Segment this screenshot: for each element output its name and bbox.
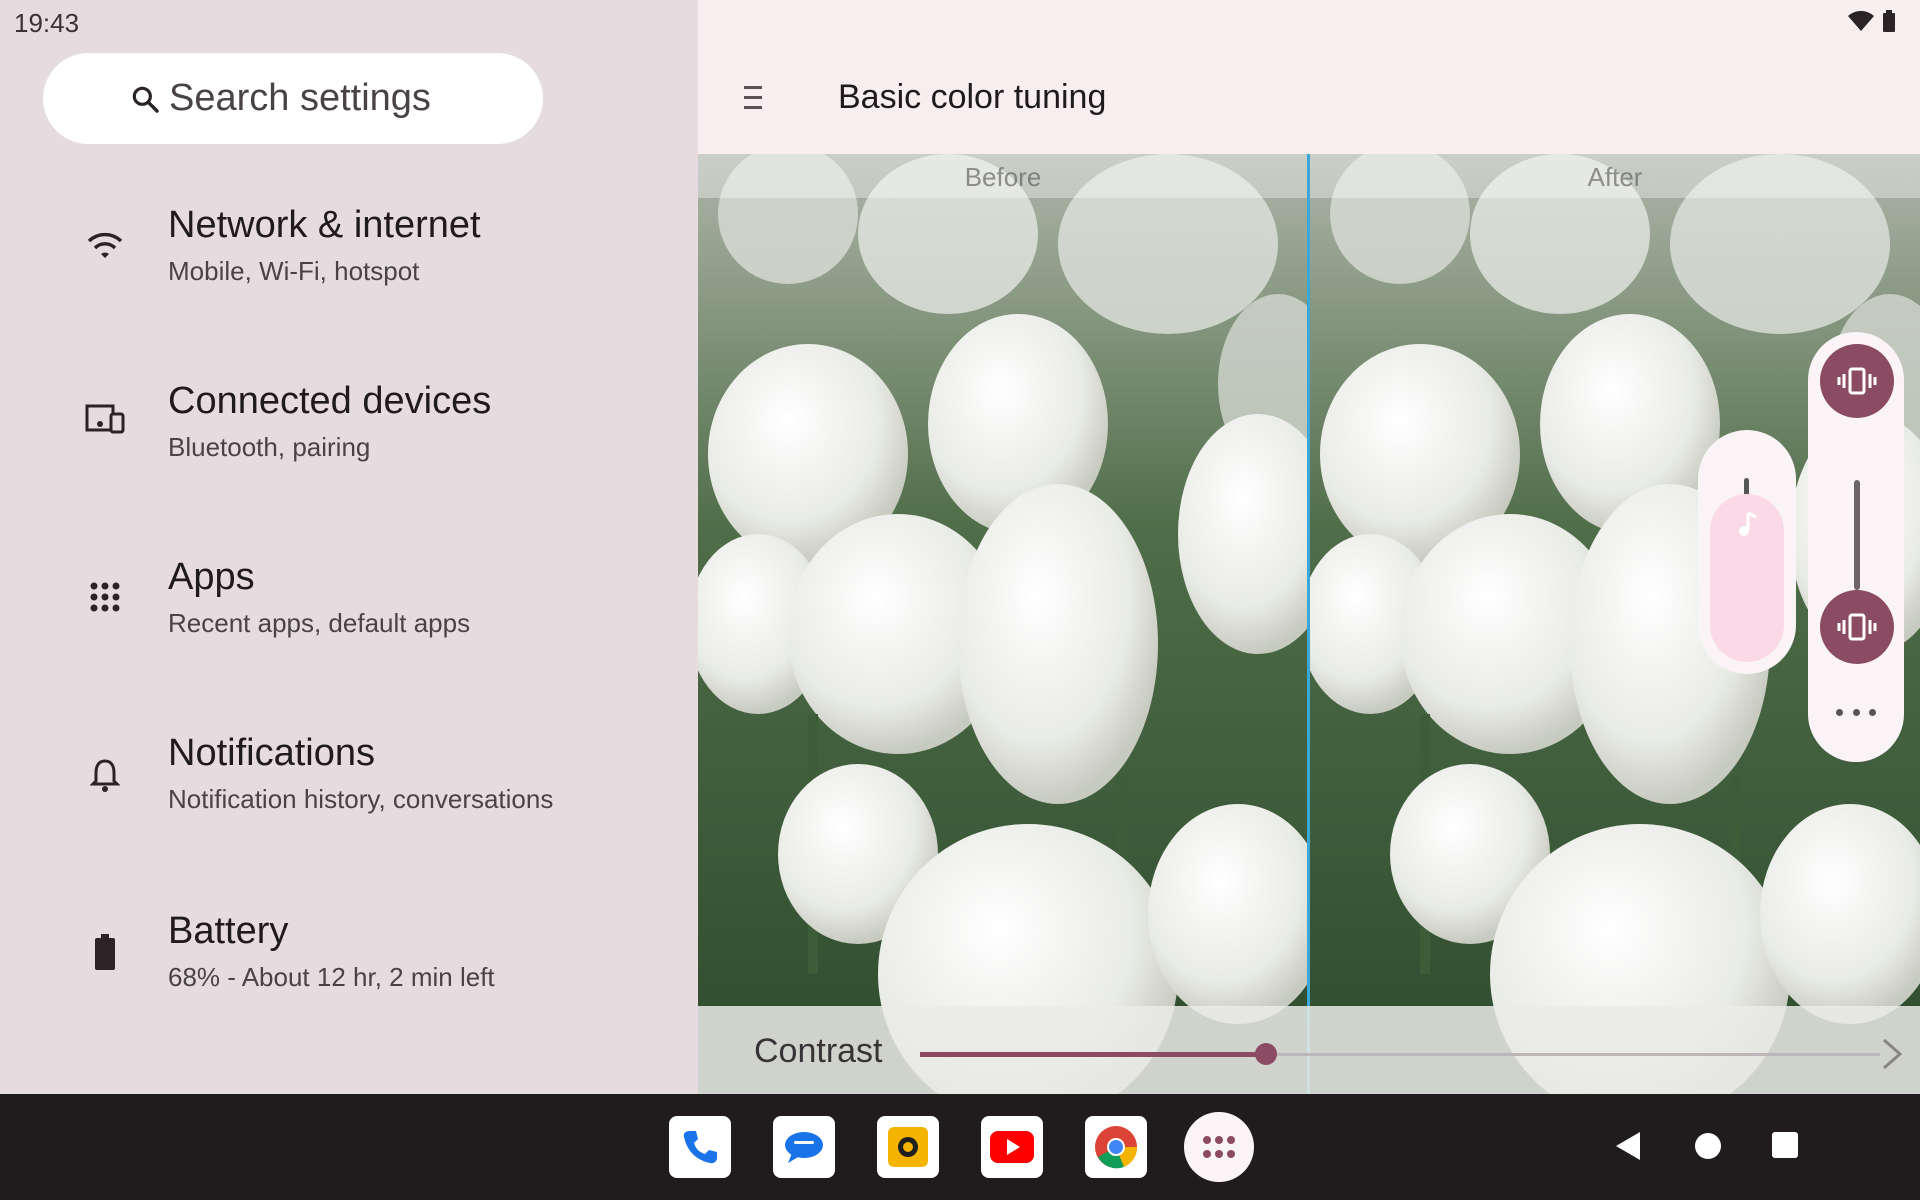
ringer-volume-track[interactable] — [1854, 480, 1860, 590]
settings-item-title: Connected devices — [168, 380, 492, 422]
settings-item-title: Notifications — [168, 732, 375, 774]
settings-item-subtitle: 68% - About 12 hr, 2 min left — [168, 962, 495, 992]
app-bar: Basic color tuning — [698, 0, 1920, 154]
settings-item-apps[interactable]: Apps Recent apps, default apps — [0, 546, 698, 686]
contrast-slider-thumb[interactable] — [1254, 1043, 1277, 1065]
settings-item-notifications[interactable]: Notifications Notification history, conv… — [0, 724, 698, 864]
youtube-icon[interactable] — [981, 1116, 1043, 1178]
vibrate-icon[interactable] — [1820, 590, 1894, 664]
recents-icon[interactable] — [1770, 1130, 1800, 1165]
messages-icon[interactable] — [773, 1116, 835, 1178]
wifi-status-icon — [1848, 10, 1874, 37]
contrast-label: Contrast — [754, 1032, 883, 1070]
music-note-icon — [1734, 510, 1760, 545]
all-apps-icon[interactable] — [1184, 1112, 1254, 1182]
bell-icon — [82, 752, 128, 798]
contrast-control: Contrast — [698, 1006, 1920, 1094]
settings-item-subtitle: Mobile, Wi-Fi, hotspot — [168, 256, 420, 286]
settings-list-pane: 19:43 Search settings Network & internet… — [0, 0, 698, 1094]
taskbar — [0, 1094, 1920, 1200]
settings-item-connected-devices[interactable]: Connected devices Bluetooth, pairing — [0, 368, 698, 508]
before-label: Before — [698, 154, 1308, 198]
menu-icon[interactable] — [736, 84, 770, 112]
chrome-icon[interactable] — [1085, 1116, 1147, 1178]
settings-item-title: Apps — [168, 556, 255, 598]
page-title: Basic color tuning — [838, 78, 1107, 116]
settings-item-network[interactable]: Network & internet Mobile, Wi-Fi, hotspo… — [0, 190, 698, 330]
search-bar[interactable]: Search settings — [43, 53, 543, 144]
status-time: 19:43 — [14, 8, 80, 38]
contrast-slider-fill — [920, 1052, 1266, 1057]
back-icon[interactable] — [1614, 1130, 1642, 1167]
settings-item-title: Network & internet — [168, 204, 481, 246]
settings-item-subtitle: Notification history, conversations — [168, 784, 554, 814]
vibrate-icon[interactable] — [1820, 344, 1894, 418]
settings-item-battery[interactable]: Battery 68% - About 12 hr, 2 min left — [0, 902, 698, 1042]
wifi-icon — [82, 222, 128, 268]
settings-item-title: Battery — [168, 910, 289, 952]
search-icon — [129, 83, 161, 115]
before-preview-image: Before — [698, 154, 1308, 1094]
battery-icon — [82, 930, 128, 976]
devices-icon — [82, 396, 128, 442]
phone-icon[interactable] — [669, 1116, 731, 1178]
search-placeholder: Search settings — [169, 77, 431, 119]
after-label: After — [1310, 154, 1920, 198]
ringer-volume-panel — [1808, 332, 1904, 762]
camera-icon[interactable] — [877, 1116, 939, 1178]
more-options-icon[interactable] — [1836, 702, 1876, 722]
settings-item-subtitle: Recent apps, default apps — [168, 608, 471, 638]
apps-grid-icon — [82, 574, 128, 620]
battery-status-icon — [1882, 10, 1896, 37]
settings-item-subtitle: Bluetooth, pairing — [168, 432, 371, 462]
status-icons — [1848, 10, 1896, 37]
music-volume-slider[interactable] — [1698, 430, 1796, 674]
home-icon[interactable] — [1692, 1130, 1724, 1167]
chevron-right-icon[interactable] — [1878, 1036, 1906, 1072]
